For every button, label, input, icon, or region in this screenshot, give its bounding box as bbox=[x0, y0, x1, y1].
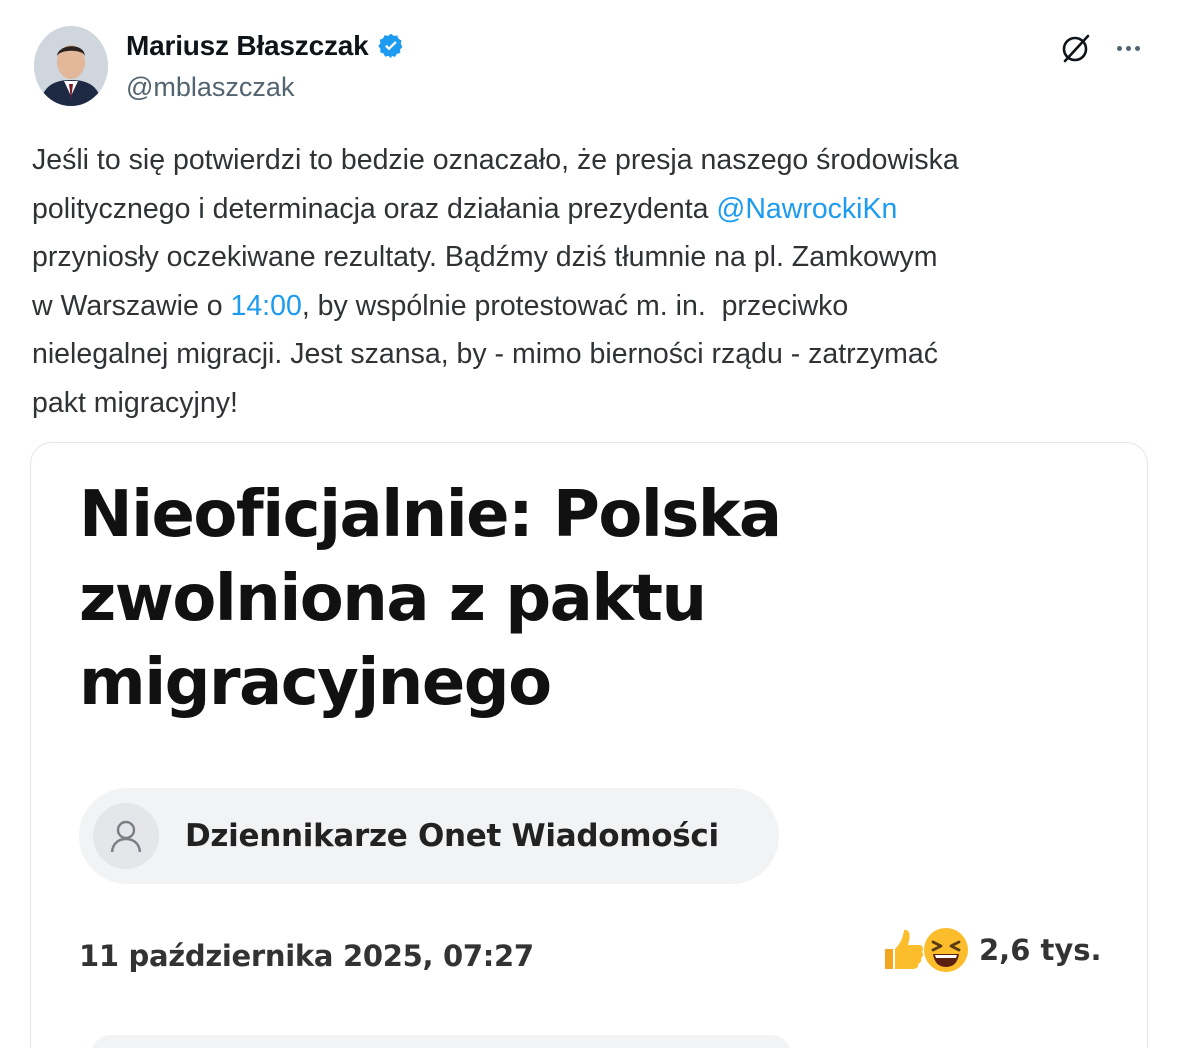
tweet-text-line: nielegalnej migracji. Jest szansa, by - … bbox=[32, 330, 1152, 379]
reaction-count: 2,6 tys. bbox=[979, 933, 1102, 967]
author-handle[interactable]: @mblaszczak bbox=[126, 72, 294, 103]
tweet-text-line: politycznego i determinacja oraz działan… bbox=[32, 185, 1152, 234]
tweet-text-line: przyniosły oczekiwane rezultaty. Bądźmy … bbox=[32, 233, 1152, 282]
tweet-text: Jeśli to się potwierdzi to bedzie oznacz… bbox=[32, 136, 1152, 427]
article-author-pill[interactable]: Dziennikarze Onet Wiadomości bbox=[79, 788, 779, 884]
article-card[interactable]: Nieoficjalnie: Polska zwolniona z paktu mi… bbox=[30, 442, 1148, 1048]
tweet-text-segment: nielegalnej migracji. Jest szansa, by - … bbox=[32, 338, 938, 370]
tweet-link[interactable]: @NawrockiKn bbox=[716, 193, 897, 225]
tweet-text-segment: przyniosły oczekiwane rezultaty. Bądźmy … bbox=[32, 241, 938, 273]
tweet-text-segment: Jeśli to się potwierdzi to bedzie oznacz… bbox=[32, 144, 959, 176]
more-dot bbox=[1116, 45, 1122, 51]
verified-badge-icon bbox=[377, 32, 405, 60]
more-dot bbox=[1134, 45, 1140, 51]
user-icon bbox=[93, 803, 159, 869]
tweet-text-segment: w Warszawie o bbox=[32, 289, 231, 322]
article-headline[interactable]: Nieoficjalnie: Polska zwolniona z paktu mi… bbox=[79, 473, 979, 725]
tweet-text-segment: pakt migracyjny! bbox=[32, 386, 238, 419]
tweet-text-segment: politycznego i determinacja oraz działan… bbox=[32, 192, 717, 225]
more-dot bbox=[1125, 45, 1131, 51]
headline-line: migracyjnego bbox=[79, 646, 552, 720]
author-name-row[interactable]: Mariusz Błaszczak bbox=[126, 30, 405, 62]
article-author-name: Dziennikarze Onet Wiadomości bbox=[185, 818, 719, 854]
tweet-text-line: Jeśli to się potwierdzi to bedzie oznacz… bbox=[32, 136, 1152, 185]
headline-line: zwolniona z paktu bbox=[79, 562, 707, 636]
grok-icon[interactable] bbox=[1058, 30, 1094, 66]
avatar[interactable] bbox=[34, 26, 108, 106]
author-display-name[interactable]: Mariusz Błaszczak bbox=[126, 30, 369, 62]
tweet-text-line: pakt migracyjny! bbox=[32, 379, 1152, 428]
more-options-icon[interactable] bbox=[1110, 30, 1146, 66]
tweet-text-segment: , by wspólnie protestować m. in. przeciw… bbox=[301, 289, 849, 322]
laughing-emoji-icon bbox=[921, 925, 971, 975]
avatar-photo bbox=[34, 26, 108, 106]
headline-line: Nieoficjalnie: Polska bbox=[79, 478, 782, 552]
reactions[interactable]: 2,6 tys. bbox=[877, 925, 1102, 975]
article-date: 11 października 2025, 07:27 bbox=[79, 939, 534, 973]
tweet: Mariusz Błaszczak @mblaszczak Jeśli to s… bbox=[0, 0, 1179, 1048]
tweet-text-line: w Warszawie o 14:00, by wspólnie protest… bbox=[32, 282, 1152, 331]
tweet-link[interactable]: 14:00 bbox=[230, 290, 301, 322]
thumbs-up-emoji-icon bbox=[877, 925, 927, 975]
card-bottom-bar bbox=[91, 1035, 791, 1048]
